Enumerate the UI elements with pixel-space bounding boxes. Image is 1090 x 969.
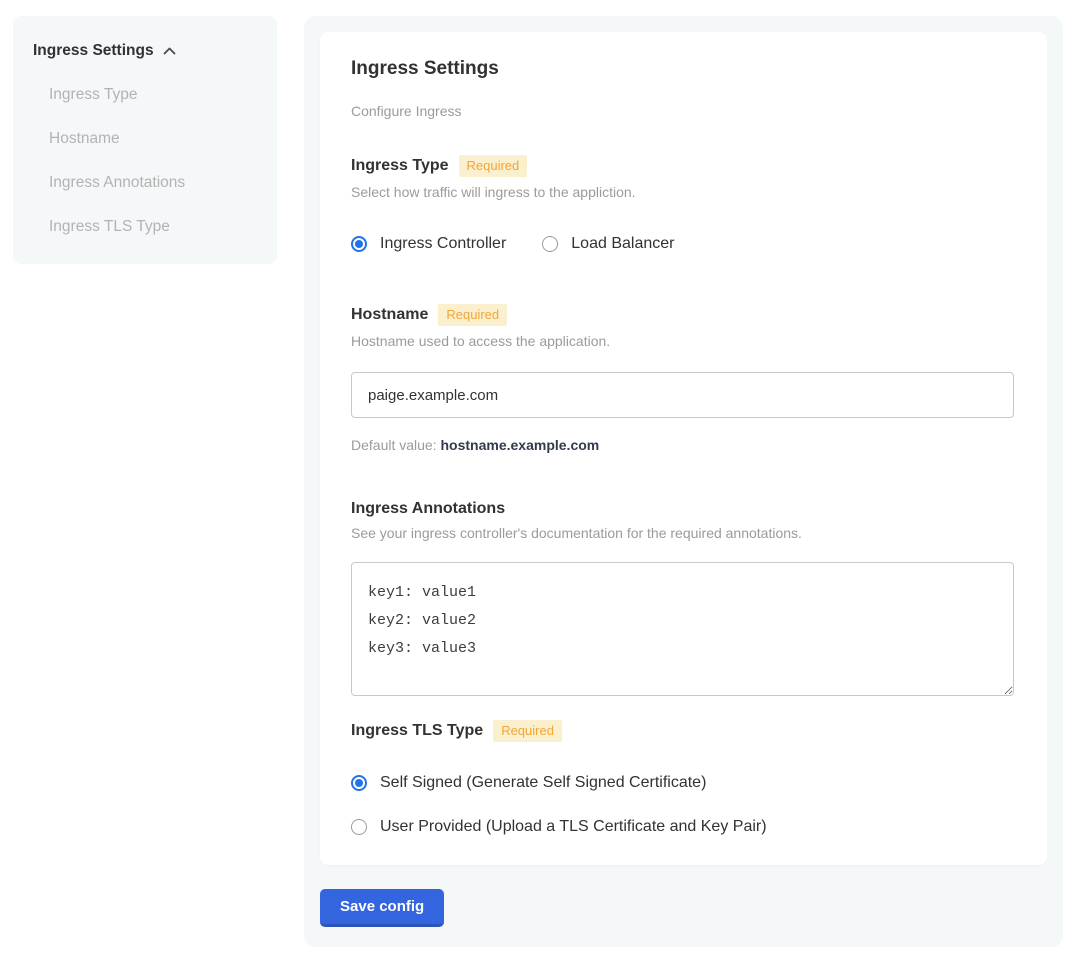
radio-option-self-signed[interactable]: Self Signed (Generate Self Signed Certif…: [351, 774, 1016, 792]
page-subtitle: Configure Ingress: [351, 103, 1016, 119]
radio-option-user-provided[interactable]: User Provided (Upload a TLS Certificate …: [351, 818, 1016, 836]
section-help-hostname: Hostname used to access the application.: [351, 333, 1016, 349]
save-config-button[interactable]: Save config: [320, 889, 444, 927]
hostname-input[interactable]: [351, 372, 1014, 418]
section-help-ingress-annotations: See your ingress controller's documentat…: [351, 525, 1016, 541]
radio-option-ingress-controller[interactable]: Ingress Controller: [351, 235, 506, 253]
section-ingress-tls-type: Ingress TLS Type Required Self Signed (G…: [351, 720, 1016, 836]
ingress-type-radio-group: Ingress Controller Load Balancer: [351, 235, 1016, 253]
section-hostname: Hostname Required Hostname used to acces…: [351, 304, 1016, 453]
radio-label-user-provided: User Provided (Upload a TLS Certificate …: [380, 818, 767, 836]
section-ingress-type: Ingress Type Required Select how traffic…: [351, 155, 1016, 253]
radio-self-signed[interactable]: [351, 775, 367, 791]
radio-label-load-balancer: Load Balancer: [571, 235, 674, 253]
sidebar-item-ingress-annotations[interactable]: Ingress Annotations: [49, 174, 257, 192]
chevron-up-icon: [163, 47, 176, 55]
hostname-default-value: hostname.example.com: [441, 437, 600, 453]
ingress-annotations-textarea[interactable]: key1: value1 key2: value2 key3: value3: [351, 562, 1014, 696]
section-title-hostname: Hostname: [351, 306, 428, 324]
radio-load-balancer[interactable]: [542, 236, 558, 252]
radio-label-self-signed: Self Signed (Generate Self Signed Certif…: [380, 774, 706, 792]
hostname-default-prefix: Default value:: [351, 437, 441, 453]
section-title-ingress-tls-type: Ingress TLS Type: [351, 722, 483, 740]
radio-user-provided[interactable]: [351, 819, 367, 835]
config-card: Ingress Settings Configure Ingress Ingre…: [320, 32, 1047, 865]
sidebar-item-hostname[interactable]: Hostname: [49, 130, 257, 148]
section-help-ingress-type: Select how traffic will ingress to the a…: [351, 184, 1016, 200]
sidebar-item-ingress-tls-type[interactable]: Ingress TLS Type: [49, 218, 257, 236]
section-ingress-annotations: Ingress Annotations See your ingress con…: [351, 500, 1016, 696]
page-title: Ingress Settings: [351, 58, 1016, 80]
tls-type-radio-group: Self Signed (Generate Self Signed Certif…: [351, 774, 1016, 836]
sidebar-item-ingress-type[interactable]: Ingress Type: [49, 86, 257, 104]
section-title-ingress-annotations: Ingress Annotations: [351, 500, 505, 518]
radio-label-ingress-controller: Ingress Controller: [380, 235, 506, 253]
required-badge: Required: [438, 304, 507, 326]
radio-option-load-balancer[interactable]: Load Balancer: [542, 235, 674, 253]
sidebar-group-label: Ingress Settings: [33, 42, 154, 60]
required-badge: Required: [459, 155, 528, 177]
section-title-ingress-type: Ingress Type: [351, 157, 449, 175]
required-badge: Required: [493, 720, 562, 742]
radio-ingress-controller[interactable]: [351, 236, 367, 252]
config-nav-sidebar: Ingress Settings Ingress Type Hostname I…: [13, 16, 277, 264]
hostname-default-line: Default value: hostname.example.com: [351, 437, 1016, 453]
sidebar-group-ingress-settings[interactable]: Ingress Settings: [33, 42, 257, 60]
config-panel: Ingress Settings Configure Ingress Ingre…: [304, 16, 1063, 947]
